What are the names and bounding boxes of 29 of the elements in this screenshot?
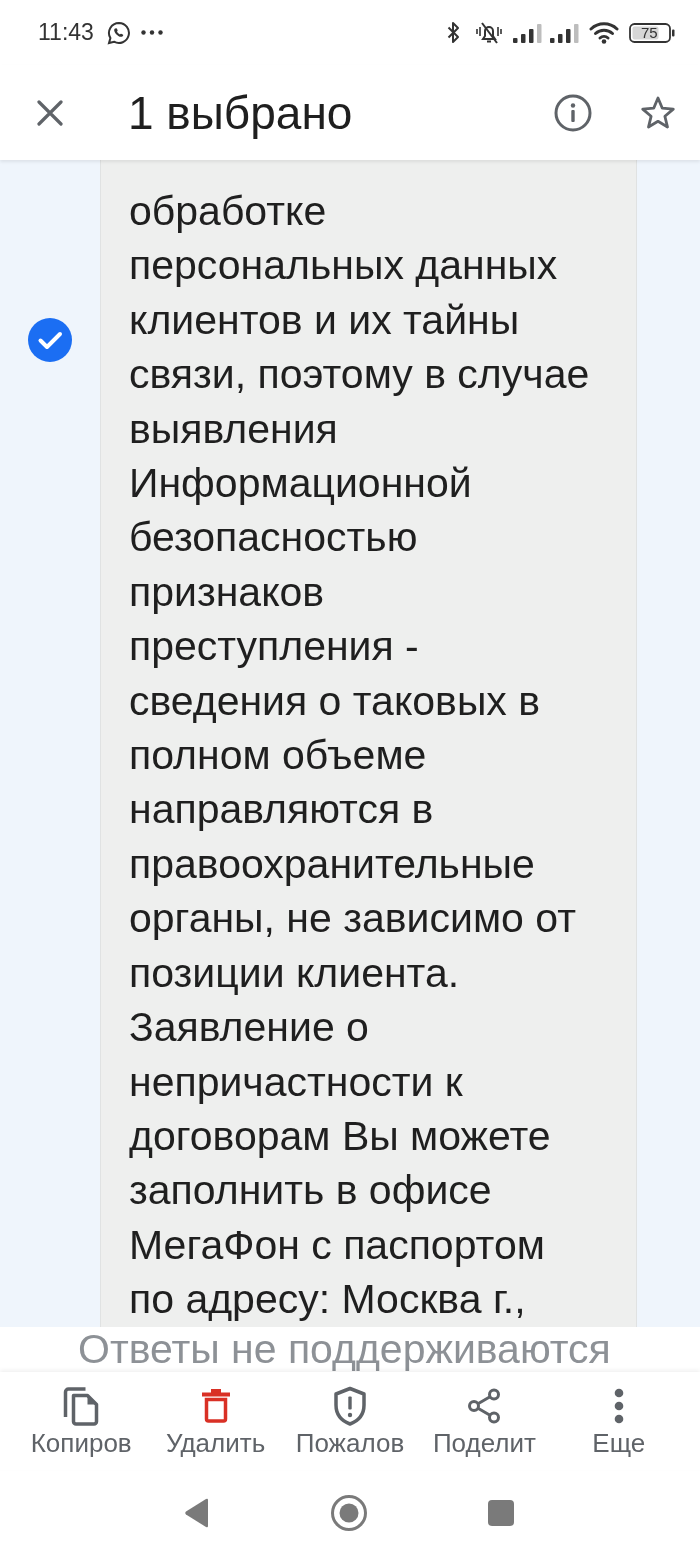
close-icon[interactable]	[37, 99, 63, 126]
status-time: 11:43	[38, 21, 94, 44]
share-icon	[467, 1388, 502, 1424]
signal-icon	[550, 22, 580, 43]
check-circle-icon[interactable]	[28, 318, 72, 362]
bluetooth-icon	[447, 21, 460, 44]
signal-icon	[513, 22, 543, 43]
wifi-icon	[589, 21, 619, 44]
report-button[interactable]: Пожалов	[295, 1372, 405, 1470]
trash-icon	[201, 1389, 230, 1423]
chat-phone-icon	[106, 20, 131, 45]
message-bubble[interactable]	[100, 160, 637, 1327]
reply-notice: Ответы не поддерживаются	[78, 1327, 612, 1372]
share-button[interactable]: Поделит	[432, 1372, 536, 1470]
home-icon[interactable]	[331, 1495, 367, 1531]
copy-icon	[62, 1386, 101, 1426]
ellipsis-icon	[140, 30, 163, 35]
back-icon[interactable]	[184, 1498, 210, 1528]
muted-bell-icon	[474, 20, 504, 45]
copy-button[interactable]: Копиров	[30, 1372, 132, 1470]
info-icon[interactable]	[554, 93, 592, 132]
delete-button[interactable]: Удалить	[165, 1372, 266, 1470]
star-icon[interactable]	[640, 95, 676, 130]
shield-exclamation-icon	[333, 1386, 367, 1426]
battery-level-text: 75	[641, 23, 658, 42]
message-text: обработке персональных данных клиентов и их тайны связи, поэтому в случае выявления Информационной безопасностью признаков преступления - сведения о таковых в полном объеме направляются в правоохранительные органы, не зависимо от позиции клиента. Заявление о непричастности к договорам Вы можете заполнить в офисе МегаФон с паспортом по адресу: Москва г.,	[129, 187, 591, 1325]
more-button[interactable]: Еще	[592, 1372, 646, 1470]
more-vertical-icon	[613, 1388, 624, 1424]
battery-icon	[629, 22, 675, 43]
